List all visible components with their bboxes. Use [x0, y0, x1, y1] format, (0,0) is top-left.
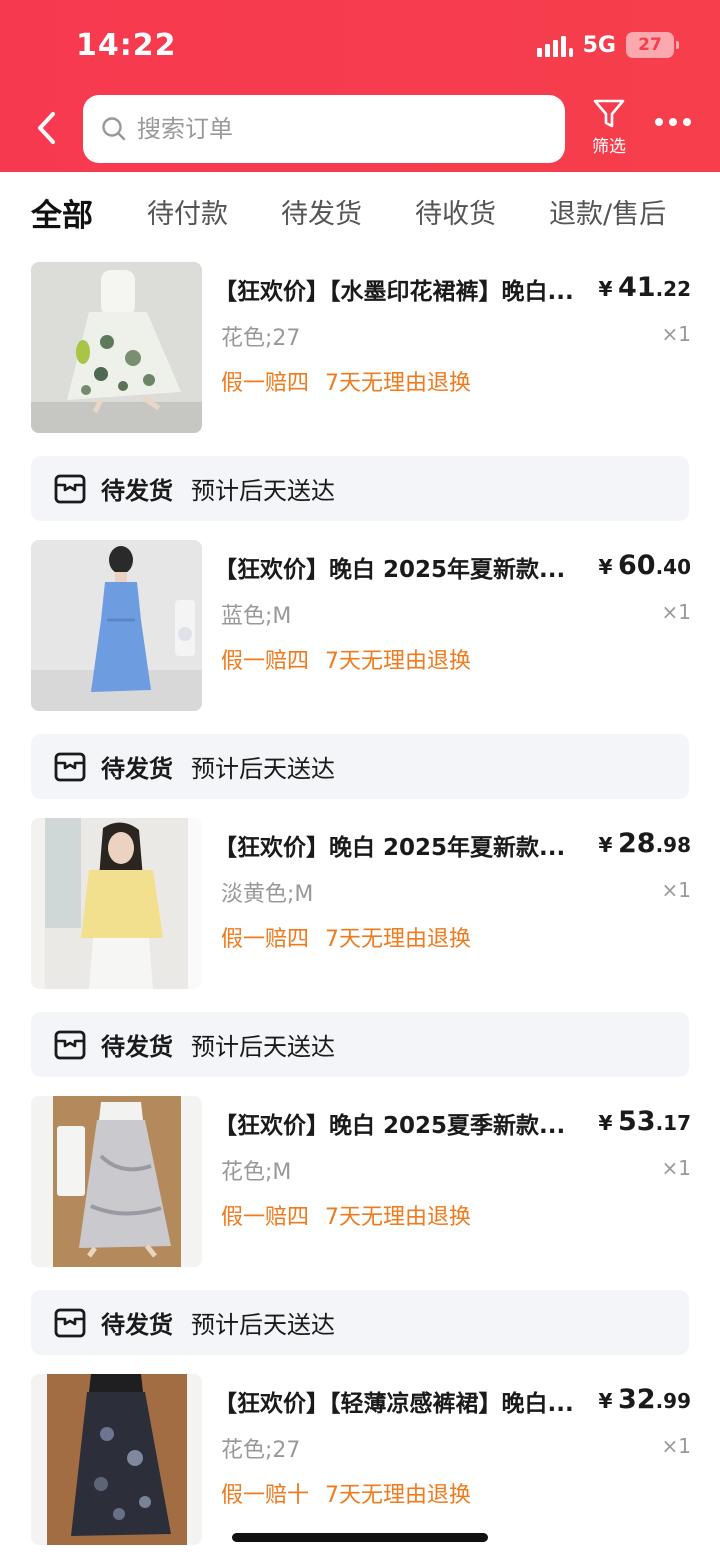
shipping-status: 待发货 [101, 1033, 173, 1061]
service-tags: 假一赔四 7天无理由退换 [221, 365, 471, 397]
product-title[interactable]: 【狂欢价】【轻薄凉感裤裙】晚白... [214, 1384, 589, 1418]
service-tags: 假一赔四 7天无理由退换 [221, 1199, 471, 1231]
filter-button[interactable]: 筛选 [584, 98, 634, 157]
shipping-status-bar[interactable]: 待发货 预计后天送达 [31, 734, 689, 799]
product-title[interactable]: 【狂欢价】晚白 2025夏季新款... [214, 1106, 589, 1140]
order-item[interactable]: 【狂欢价】晚白 2025年夏新款... ¥ 60.40 蓝色;M ×1 假一赔四… [31, 540, 691, 711]
product-spec: 花色;27 [221, 1438, 301, 1463]
chevron-left-icon [38, 112, 55, 144]
product-price: ¥ 41.22 [598, 272, 691, 303]
order-item[interactable]: 【狂欢价】晚白 2025年夏新款... ¥ 28.98 淡黄色;M ×1 假一赔… [31, 818, 691, 989]
guarantee-tag: 假一赔四 [221, 1205, 310, 1230]
product-thumbnail[interactable] [31, 262, 202, 433]
delivery-estimate: 预计后天送达 [191, 1311, 335, 1339]
guarantee-tag: 假一赔四 [221, 371, 310, 396]
shipping-status-bar[interactable]: 待发货 预计后天送达 [31, 1012, 689, 1077]
return-policy-tag: 7天无理由退换 [325, 1483, 472, 1508]
status-time: 14:22 [76, 28, 177, 63]
product-title[interactable]: 【狂欢价】晚白 2025年夏新款... [214, 550, 589, 584]
tab-pending-shipment[interactable]: 待发货 [281, 192, 362, 231]
guarantee-tag: 假一赔四 [221, 927, 310, 952]
product-thumbnail[interactable] [31, 1096, 202, 1267]
shipping-status: 待发货 [101, 1311, 173, 1339]
product-title[interactable]: 【狂欢价】晚白 2025年夏新款... [214, 828, 589, 862]
return-policy-tag: 7天无理由退换 [325, 371, 472, 396]
product-spec: 蓝色;M [221, 604, 292, 629]
order-item[interactable]: 【狂欢价】【水墨印花裙裤】晚白... ¥ 41.22 花色;27 ×1 假一赔四… [31, 262, 691, 433]
shipping-status-bar[interactable]: 待发货 预计后天送达 [31, 1290, 689, 1355]
shipping-status: 待发货 [101, 477, 173, 505]
return-policy-tag: 7天无理由退换 [325, 927, 472, 952]
product-spec: 淡黄色;M [221, 882, 314, 907]
search-icon [102, 117, 126, 141]
package-icon [54, 1030, 86, 1059]
back-button[interactable] [26, 108, 66, 148]
order-tabs: 全部 待付款 待发货 待收货 退款/售后 [0, 172, 720, 250]
product-price: ¥ 60.40 [598, 550, 691, 581]
product-quantity: ×1 [661, 600, 691, 624]
tab-all[interactable]: 全部 [31, 190, 93, 235]
status-indicators: 5G 27 [536, 32, 679, 58]
network-type: 5G [582, 32, 616, 58]
filter-icon [593, 99, 625, 128]
delivery-estimate: 预计后天送达 [191, 477, 335, 505]
product-thumbnail[interactable] [31, 1374, 202, 1545]
product-quantity: ×1 [661, 322, 691, 346]
product-spec: 花色;27 [221, 326, 301, 351]
home-indicator[interactable] [232, 1533, 488, 1542]
product-quantity: ×1 [661, 878, 691, 902]
product-thumbnail[interactable] [31, 818, 202, 989]
package-icon [54, 474, 86, 503]
tab-pending-receipt[interactable]: 待收货 [415, 192, 496, 231]
service-tags: 假一赔四 7天无理由退换 [221, 643, 471, 675]
battery-icon: 27 [626, 32, 679, 58]
product-price: ¥ 28.98 [598, 828, 691, 859]
top-header: 14:22 5G 27 筛选 [0, 0, 720, 172]
product-quantity: ×1 [661, 1156, 691, 1180]
service-tags: 假一赔十 7天无理由退换 [221, 1477, 471, 1509]
tab-refund-aftersale[interactable]: 退款/售后 [549, 192, 666, 231]
product-title[interactable]: 【狂欢价】【水墨印花裙裤】晚白... [214, 272, 589, 306]
tab-pending-payment[interactable]: 待付款 [147, 192, 228, 231]
search-input[interactable] [137, 115, 517, 143]
product-price: ¥ 32.99 [598, 1384, 691, 1415]
order-item[interactable]: 【狂欢价】【轻薄凉感裤裙】晚白... ¥ 32.99 花色;27 ×1 假一赔十… [31, 1374, 691, 1545]
delivery-estimate: 预计后天送达 [191, 755, 335, 783]
package-icon [54, 1308, 86, 1337]
battery-level: 27 [638, 35, 662, 55]
signal-icon [536, 33, 573, 57]
product-spec: 花色;M [221, 1160, 292, 1185]
shipping-status-bar[interactable]: 待发货 预计后天送达 [31, 456, 689, 521]
product-thumbnail[interactable] [31, 540, 202, 711]
product-price: ¥ 53.17 [598, 1106, 691, 1137]
delivery-estimate: 预计后天送达 [191, 1033, 335, 1061]
guarantee-tag: 假一赔四 [221, 649, 310, 674]
return-policy-tag: 7天无理由退换 [325, 1205, 472, 1230]
shipping-status: 待发货 [101, 755, 173, 783]
guarantee-tag: 假一赔十 [221, 1483, 310, 1508]
search-box[interactable] [83, 95, 565, 163]
more-options-icon[interactable] [655, 118, 691, 126]
return-policy-tag: 7天无理由退换 [325, 649, 472, 674]
product-quantity: ×1 [661, 1434, 691, 1458]
package-icon [54, 752, 86, 781]
filter-label: 筛选 [592, 137, 626, 157]
service-tags: 假一赔四 7天无理由退换 [221, 921, 471, 953]
order-item[interactable]: 【狂欢价】晚白 2025夏季新款... ¥ 53.17 花色;M ×1 假一赔四… [31, 1096, 691, 1267]
